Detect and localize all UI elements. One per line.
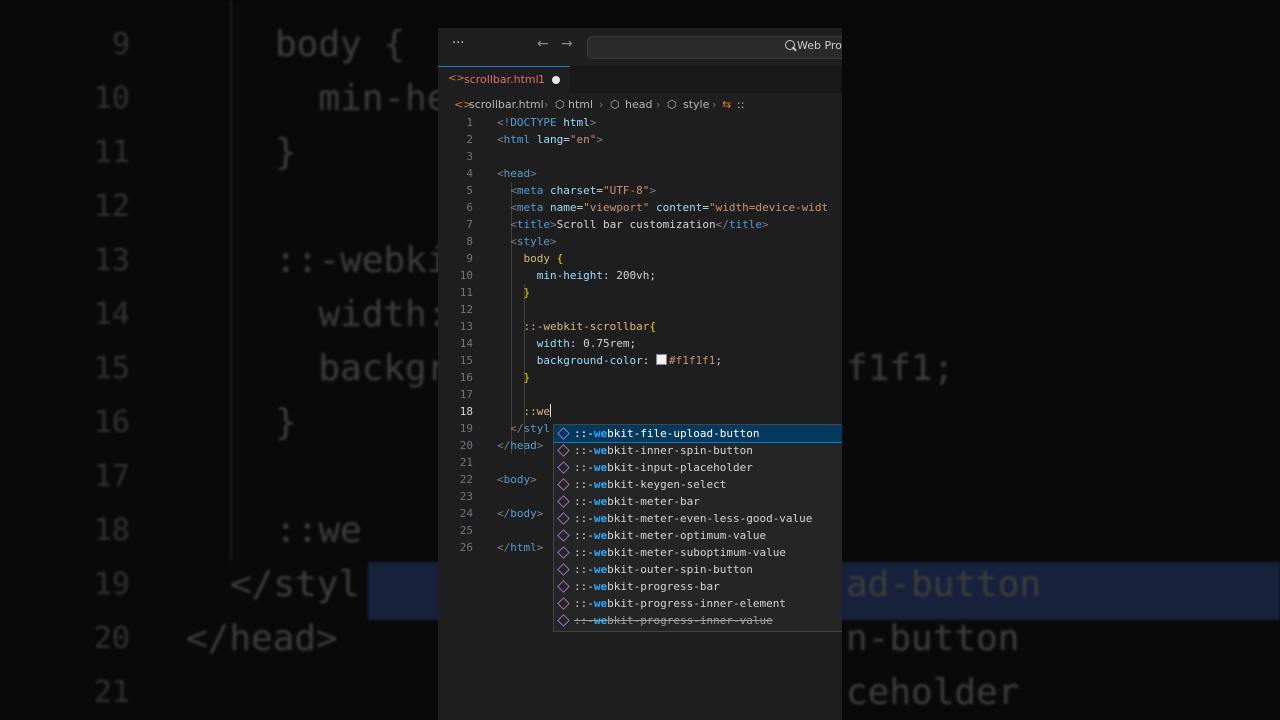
chevron-right-icon: › [712, 98, 717, 111]
property-icon [557, 580, 570, 593]
autocomplete-suggest-widget: ::-webkit-file-upload-button ::-webkit-i… [553, 424, 842, 632]
suggestion-item[interactable]: ::-webkit-progress-inner-element [554, 595, 842, 612]
code-line: 4 <head> [466, 167, 537, 180]
breadcrumb-head[interactable]: head [625, 98, 652, 111]
property-icon [557, 461, 570, 474]
code-line: 13 ::-webkit-scrollbar{ [459, 320, 656, 333]
code-line: 9 body { [466, 252, 564, 265]
property-icon [557, 512, 570, 525]
code-line: 1 <!DOCTYPE html> [466, 116, 597, 129]
back-arrow-icon[interactable]: ← [537, 36, 549, 52]
suggestion-item[interactable]: ::-webkit-inner-spin-button [554, 442, 842, 459]
breadcrumb-selector[interactable]: :: [737, 98, 744, 111]
code-line-current: 18 ::we [459, 404, 551, 418]
code-line: 17 [459, 388, 473, 401]
html-file-icon: <> [448, 73, 465, 84]
chevron-right-icon: › [599, 98, 604, 111]
color-swatch[interactable] [655, 354, 667, 365]
tab-scrollbar-html[interactable]: <> scrollbar.html 1 [438, 66, 570, 94]
suggestion-item[interactable]: ::-webkit-progress-bar [554, 578, 842, 595]
code-line: 12 [459, 303, 473, 316]
breadcrumb-file[interactable]: scrollbar.html [469, 98, 544, 111]
property-icon [557, 427, 570, 440]
suggestion-item[interactable]: ::-webkit-outer-spin-button [554, 561, 842, 578]
element-icon: ⬡ [610, 98, 620, 111]
element-icon: ⬡ [555, 98, 565, 111]
code-line: 10 min-height: 200vh; [459, 269, 656, 282]
code-editor-window: ··· ← → Web Pro <> scrollbar.html 1 <> s… [438, 28, 842, 720]
element-icon: ⬡ [667, 98, 677, 111]
code-line: 6 <meta name="viewport" content="width=d… [466, 201, 829, 214]
selector-icon: ⇆ [722, 98, 732, 111]
suggestion-item[interactable]: ::-webkit-input-placeholder [554, 459, 842, 476]
tab-bar: <> scrollbar.html 1 [438, 66, 842, 94]
unsaved-dot-icon[interactable] [552, 76, 560, 84]
problem-count-badge: 1 [538, 73, 545, 86]
suggestion-item-selected[interactable]: ::-webkit-file-upload-button [554, 425, 842, 443]
suggestion-item[interactable]: ::-webkit-meter-bar [554, 493, 842, 510]
title-bar: ··· ← → Web Pro [438, 28, 842, 66]
text-cursor [550, 404, 551, 417]
property-icon [557, 529, 570, 542]
property-icon [557, 546, 570, 559]
code-line: 14 width: 0.75rem; [459, 337, 637, 350]
code-line: 16 } [459, 371, 531, 384]
property-icon [557, 614, 570, 627]
code-line: 15 background-color: #f1f1f1; [459, 354, 722, 367]
more-actions-icon[interactable]: ··· [452, 36, 464, 51]
property-icon [557, 444, 570, 457]
code-line: 11 } [459, 286, 531, 299]
property-icon [557, 563, 570, 576]
suggestion-item-deprecated[interactable]: ::-webkit-progress-inner-value [554, 612, 842, 629]
code-line: 5 <meta charset="UTF-8"> [466, 184, 656, 197]
code-line: 3 [466, 150, 473, 163]
property-icon [557, 597, 570, 610]
tab-label: scrollbar.html [464, 73, 539, 86]
command-center-label: Web Pro [797, 39, 842, 52]
suggestion-item[interactable]: ::-webkit-meter-suboptimum-value [554, 544, 842, 561]
property-icon [557, 495, 570, 508]
suggestion-item[interactable]: ::-webkit-meter-even-less-good-value [554, 510, 842, 527]
code-line: 8 <style> [466, 235, 557, 248]
breadcrumb-style[interactable]: style [683, 98, 709, 111]
breadcrumb-html[interactable]: html [568, 98, 593, 111]
suggestion-item[interactable]: ::-webkit-keygen-select [554, 476, 842, 493]
chevron-right-icon: › [544, 98, 549, 111]
breadcrumb: <> scrollbar.html › ⬡ html › ⬡ head › ⬡ … [438, 93, 842, 115]
suggestion-item[interactable]: ::-webkit-meter-optimum-value [554, 527, 842, 544]
search-icon [785, 40, 795, 50]
property-icon [557, 478, 570, 491]
code-line: 2 <html lang="en"> [466, 133, 603, 146]
chevron-right-icon: › [656, 98, 661, 111]
code-line: 7 <title>Scroll bar customization</title… [466, 218, 769, 231]
forward-arrow-icon[interactable]: → [561, 36, 573, 52]
